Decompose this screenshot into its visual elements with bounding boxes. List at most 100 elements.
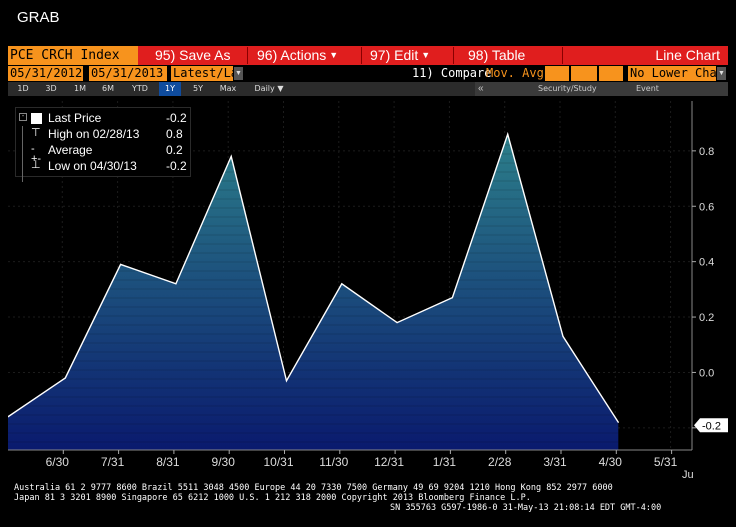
x-tick-label: 2/28 [488,455,512,469]
compare-label: 11) Compare [412,66,492,80]
x-tick-label: 8/31 [156,455,180,469]
range-5y-button[interactable]: 5Y [187,82,209,96]
title-bar: GRAB [0,0,736,44]
y-tick-label: 0.6 [699,201,714,213]
tab-security-study[interactable]: Security/Study [538,82,597,96]
x-axis: 6/30 7/31 8/31 9/30 10/31 11/30 12/31 1/31 2/28 3… [8,449,694,479]
toolbar-separator [562,47,563,64]
y-tick-label: 0.0 [699,367,714,379]
legend-avg-value: 0.2 [166,143,183,157]
data-point [341,283,343,285]
mov-avg-field-1[interactable] [545,66,569,81]
legend-last-value: -0.2 [166,111,187,125]
last-price-swatch-icon [31,113,42,124]
edit-label: 97) Edit [370,47,419,63]
table-label: 98) Table [468,47,526,63]
legend[interactable]: - Last Price -0.2 ⊤ High on 02/28/13 0.8… [15,107,192,182]
end-date-field[interactable]: 05/31/2013 [89,66,167,81]
mov-avg-field-3[interactable] [599,66,623,81]
legend-high-label: High on 02/28/13 [48,127,140,141]
save-as-label: 95) Save As [155,47,231,63]
mov-avg-field-2[interactable] [571,66,597,81]
start-date-field[interactable]: 05/31/2012 [8,66,83,81]
range-max-button[interactable]: Max [215,82,241,96]
window-title: GRAB [17,9,60,26]
range-6m-button[interactable]: 6M [97,82,119,96]
data-point [285,380,288,382]
save-as-button[interactable]: 95) Save As [155,46,231,65]
frequency-select[interactable]: Daily ▼ [250,82,288,96]
edit-button[interactable]: 97) Edit ▼ [370,46,430,65]
actions-dropdown-icon: ▼ [329,50,339,60]
edit-dropdown-icon: ▼ [421,50,431,60]
last-price-label: -0.2 [694,418,728,433]
actions-button[interactable]: 96) Actions ▼ [257,46,338,65]
data-point [507,133,509,135]
lower-chart-select[interactable]: No Lower Char [628,66,716,81]
date-row: 05/31/2012 05/31/2013 Latest/Las ▼ 11) C… [8,66,728,81]
x-tick-label: 12/31 [374,455,404,469]
footer-line-1: Australia 61 2 9777 8600 Brazil 5511 304… [14,483,613,493]
last-price-value: -0.2 [702,420,721,432]
x-tick-label: 9/30 [212,455,236,469]
toolbar-separator [361,47,362,64]
table-button[interactable]: 98) Table [468,46,525,65]
period-dropdown-icon[interactable]: ▼ [234,67,243,80]
collapse-panel-icon[interactable]: « [478,82,484,96]
legend-average: -+- Average 0.2 [16,142,192,165]
x-tick-label: 7/31 [101,455,125,469]
lower-chart-dropdown-icon[interactable]: ▼ [717,67,726,80]
frequency-dropdown-icon: ▼ [277,84,284,93]
toolbar: PCE CRCH Index 95) Save As 96) Actions ▼ … [8,46,728,65]
x-tick-label: 10/31 [263,455,293,469]
average-marker-icon: -+- [31,143,42,165]
actions-label: 96) Actions [257,47,327,63]
footer-line-3: SN 355763 G597-1986-0 31-May-13 21:08:14… [390,503,662,513]
x-axis-extra-label: Ju [682,469,694,479]
legend-last-label: Last Price [48,111,102,125]
chart-type-selector[interactable]: Line Chart [655,46,720,65]
x-tick-label: 11/30 [319,455,348,469]
x-tick-label: 5/31 [654,455,678,469]
data-point [64,377,66,379]
x-tick-label: 3/31 [543,455,567,469]
tab-event[interactable]: Event [636,82,659,96]
y-axis: 0.8 0.6 0.4 0.2 0.0 [691,101,714,450]
legend-low: ⊥ Low on 04/30/13 -0.2 [16,158,192,174]
data-point [396,321,398,324]
data-point [562,335,564,338]
range-3d-button[interactable]: 3D [40,82,62,96]
price-area [8,134,619,450]
y-tick-label: 0.4 [699,257,714,269]
x-tick-label: 1/31 [433,455,457,469]
data-point [230,155,232,157]
range-ytd-button[interactable]: YTD [127,82,153,96]
collapse-box-icon[interactable]: - [19,113,27,121]
legend-avg-label: Average [48,143,93,157]
low-marker-icon: ⊥ [31,159,41,171]
y-tick-label: 0.8 [699,146,714,158]
side-panel-tabs [475,82,728,96]
toolbar-separator [247,47,248,64]
data-point [617,421,619,423]
legend-low-value: -0.2 [166,159,187,173]
x-tick-label: 4/30 [599,455,623,469]
ticker-field[interactable]: PCE CRCH Index [8,46,138,65]
range-bar: 1D 3D 1M 6M YTD 1Y 5Y Max Daily ▼ « Secu… [8,82,728,96]
range-1d-button[interactable]: 1D [12,82,34,96]
data-point [175,283,177,285]
range-1m-button[interactable]: 1M [69,82,91,96]
mov-avgs-select[interactable]: Mov. Avgs [486,66,551,81]
footer-line-2: Japan 81 3 3201 8900 Singapore 65 6212 1… [14,493,531,503]
legend-high-value: 0.8 [166,127,183,141]
legend-low-label: Low on 04/30/13 [48,159,137,173]
frequency-label: Daily [254,84,275,93]
legend-high: ⊤ High on 02/28/13 0.8 [16,126,192,182]
range-1y-button[interactable]: 1Y [159,82,181,96]
y-tick-label: 0.2 [699,312,714,324]
data-point [451,297,453,299]
toolbar-separator [453,47,454,64]
data-point [120,263,122,266]
period-select[interactable]: Latest/Las [171,66,233,81]
x-tick-label: 6/30 [46,455,70,469]
